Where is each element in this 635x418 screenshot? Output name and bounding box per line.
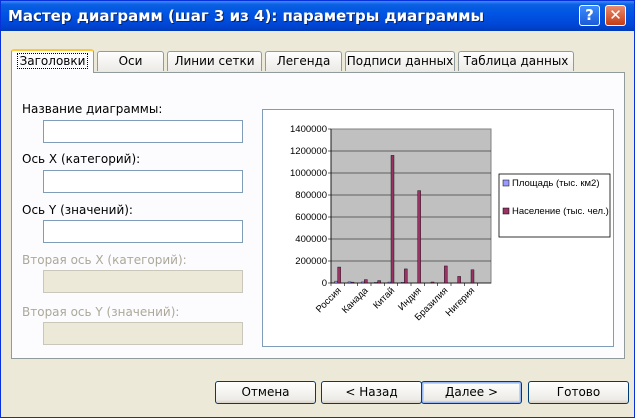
x-tick-label: Нигерия	[444, 285, 478, 319]
y-tick-label: 400000	[295, 234, 327, 245]
y-axis-title-input[interactable]	[43, 220, 243, 243]
chart-preview: 1400000 1200000 1000000 800000 600000 400000 2…	[262, 109, 614, 347]
y-tick-label: 200000	[295, 256, 327, 267]
bar-population	[377, 280, 381, 284]
next-button[interactable]: Далее >	[421, 381, 522, 404]
help-button[interactable]: ?	[579, 5, 600, 26]
tab-legend[interactable]: Легенда	[265, 51, 342, 71]
bar-area	[334, 280, 338, 284]
title-bar[interactable]: Мастер диаграмм (шаг 3 из 4): параметры …	[1, 1, 634, 31]
tab-gridlines[interactable]: Линии сетки	[167, 51, 262, 71]
tab-data-table[interactable]: Таблица данных	[458, 51, 574, 71]
y-tick-label: 1200000	[290, 146, 327, 157]
bar-area	[361, 281, 365, 284]
bar-population	[364, 279, 368, 284]
secondary-y-axis-title-input	[43, 322, 243, 345]
chart-wizard-dialog: Мастер диаграмм (шаг 3 из 4): параметры …	[0, 0, 635, 418]
bar-population	[337, 266, 341, 284]
y-tick-label: 600000	[295, 212, 327, 223]
x-tick-label: Россия	[314, 285, 344, 315]
chart-title-label: Название диаграммы:	[22, 102, 163, 116]
legend-swatch	[502, 179, 510, 187]
x-axis-title-input[interactable]	[43, 170, 243, 193]
bar-population	[457, 276, 461, 284]
y-tick-label: 1400000	[290, 124, 327, 135]
y-axis-title-label: Ось Y (значений):	[22, 203, 133, 217]
close-button[interactable]: ✕	[605, 5, 626, 26]
bar-population	[444, 265, 448, 284]
tab-titles[interactable]: Заголовки	[11, 49, 94, 73]
secondary-y-axis-title-label: Вторая ось Y (значений):	[22, 305, 180, 319]
finish-button[interactable]: Готово	[528, 381, 629, 404]
bar-population	[430, 281, 435, 284]
bar-population	[404, 268, 408, 284]
window-title: Мастер диаграмм (шаг 3 из 4): параметры …	[8, 7, 485, 25]
bar-population	[390, 155, 395, 284]
plot-area	[330, 128, 492, 284]
x-axis-title-label: Ось X (категорий):	[22, 152, 141, 166]
bar-area	[374, 281, 378, 284]
y-tick-label: 1000000	[290, 168, 327, 179]
y-tick-label: 0	[322, 278, 327, 289]
x-tick-label: Канада	[340, 285, 371, 316]
tab-data-labels[interactable]: Подписи данных	[345, 51, 455, 71]
secondary-x-axis-title-input	[43, 270, 243, 293]
y-tick-label: 800000	[295, 190, 327, 201]
legend-label: Население (тыс. чел.)	[512, 206, 609, 217]
legend-label: Площадь (тыс. км2)	[512, 178, 600, 189]
chart-title-input[interactable]	[43, 120, 243, 143]
secondary-x-axis-title-label: Вторая ось X (категорий):	[22, 253, 187, 267]
bar-population	[470, 269, 475, 284]
tab-strip: Заголовки Оси Линии сетки Легенда Подпис…	[11, 49, 625, 73]
x-tick-label: Китай	[371, 285, 397, 311]
chart-svg: 1400000 1200000 1000000 800000 600000 400000 2…	[290, 124, 611, 323]
cancel-button[interactable]: Отмена	[215, 381, 316, 404]
bar-area	[347, 281, 352, 284]
back-button[interactable]: < Назад	[321, 381, 422, 404]
bar-area	[387, 281, 392, 284]
bar-population	[417, 190, 421, 284]
tab-axes[interactable]: Оси	[97, 51, 164, 71]
legend-swatch	[502, 207, 510, 215]
bar-area	[401, 281, 405, 284]
bar-population	[350, 281, 355, 284]
